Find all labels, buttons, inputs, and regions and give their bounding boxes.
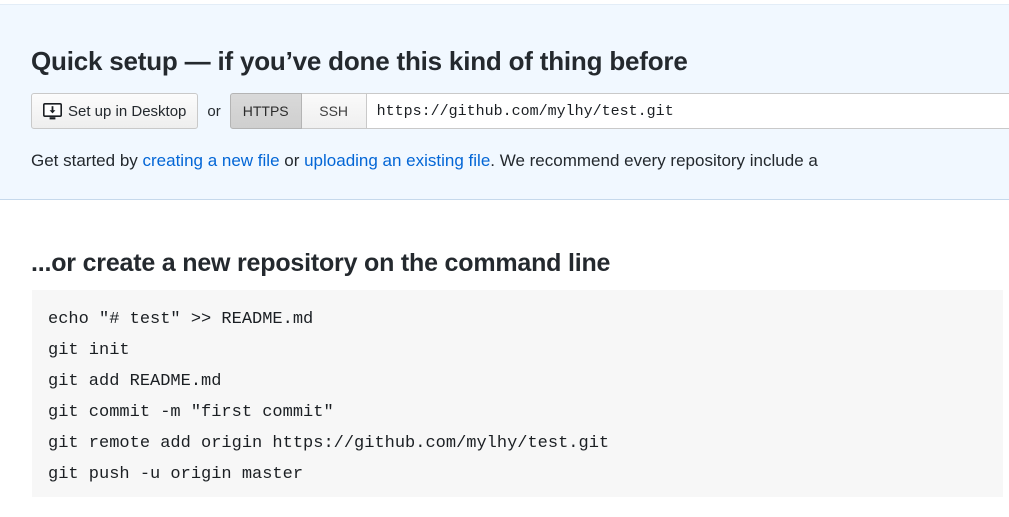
code-line: git init bbox=[48, 341, 130, 360]
upload-existing-file-link[interactable]: uploading an existing file bbox=[304, 151, 490, 170]
get-started-middle: or bbox=[279, 151, 305, 170]
quick-setup-panel: Quick setup — if you’ve done this kind o… bbox=[0, 4, 1009, 200]
command-line-heading: ...or create a new repository on the com… bbox=[31, 249, 611, 277]
clone-action-row: Set up in Desktop or HTTPS SSH bbox=[31, 93, 1009, 129]
get-started-text: Get started by creating a new file or up… bbox=[31, 149, 818, 173]
get-started-suffix: . We recommend every repository include … bbox=[490, 151, 818, 170]
or-separator-label: or bbox=[207, 102, 221, 120]
code-line: echo "# test" >> README.md bbox=[48, 310, 314, 329]
create-new-file-link[interactable]: creating a new file bbox=[143, 151, 280, 170]
code-line: git remote add origin https://github.com… bbox=[48, 434, 610, 453]
clone-url-input[interactable] bbox=[366, 93, 1009, 129]
protocol-tab-https[interactable]: HTTPS bbox=[229, 93, 302, 129]
set-up-in-desktop-label: Set up in Desktop bbox=[68, 102, 187, 120]
code-line: git commit -m "first commit" bbox=[48, 403, 334, 422]
command-line-code-block[interactable]: echo "# test" >> README.md git init git … bbox=[32, 290, 1003, 497]
protocol-tab-ssh[interactable]: SSH bbox=[301, 93, 367, 129]
get-started-prefix: Get started by bbox=[31, 151, 143, 170]
code-line: git push -u origin master bbox=[48, 465, 304, 484]
set-up-in-desktop-button[interactable]: Set up in Desktop bbox=[31, 93, 199, 129]
code-line: git add README.md bbox=[48, 372, 222, 391]
desktop-download-icon bbox=[43, 102, 62, 120]
quick-setup-heading: Quick setup — if you’ve done this kind o… bbox=[31, 46, 688, 76]
